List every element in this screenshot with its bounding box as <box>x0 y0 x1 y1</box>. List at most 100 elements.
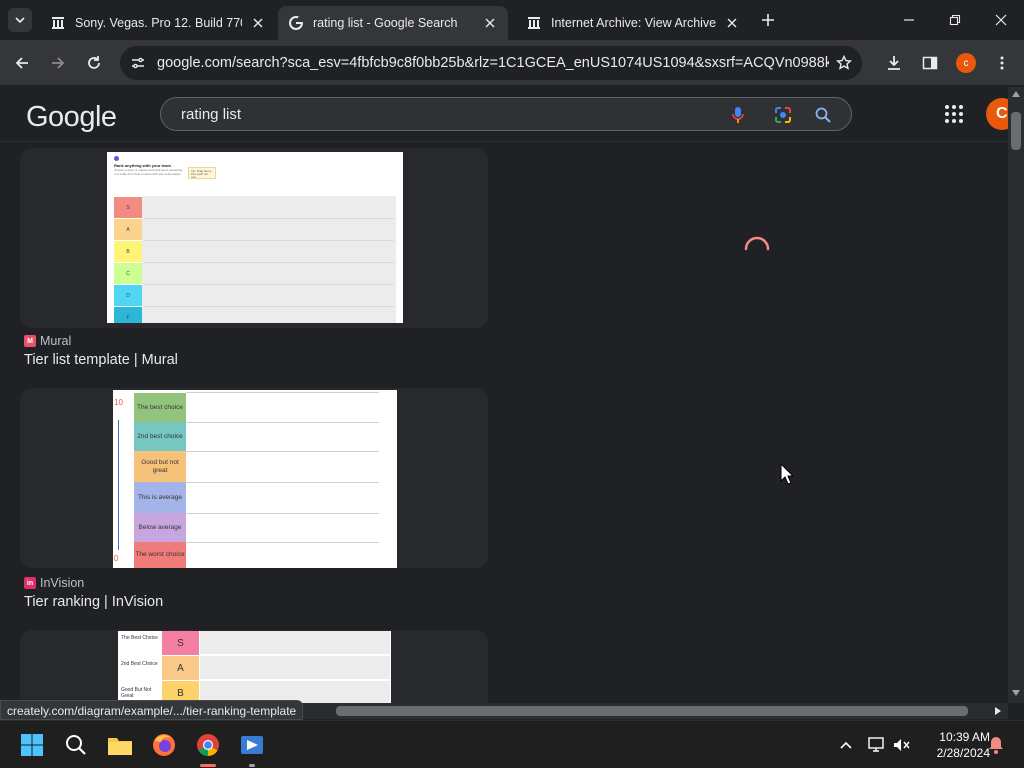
url-text: google.com/search?sca_esv=4fbfcb9c8f0bb2… <box>157 55 829 71</box>
windows-taskbar: 10:39 AM 2/28/2024 <box>0 720 1024 768</box>
tab-internet-archive[interactable]: Internet Archive: View Archive <box>516 6 750 40</box>
result-image-card[interactable]: Rank anything with your team Choose a to… <box>20 148 488 328</box>
tier-template-thumbnail[interactable]: The Best Choice 2nd Best Choice Good But… <box>118 631 391 703</box>
tier-label: D <box>114 285 142 306</box>
close-tab-icon[interactable] <box>250 15 266 31</box>
scale-top-label: 10 <box>114 398 123 407</box>
scroll-right-icon[interactable] <box>995 707 1001 715</box>
side-panel-button[interactable] <box>918 51 942 75</box>
reload-button[interactable] <box>82 51 106 75</box>
downloads-button[interactable] <box>882 51 906 75</box>
search-input[interactable]: rating list <box>181 106 241 123</box>
new-tab-button[interactable] <box>758 10 778 30</box>
running-app-indicator <box>249 764 255 767</box>
vertical-scroll-thumb[interactable] <box>1011 112 1021 150</box>
chrome-icon <box>197 734 219 756</box>
back-arrow-icon <box>15 57 28 69</box>
scroll-up-icon[interactable] <box>1012 91 1020 97</box>
result-title[interactable]: Tier ranking | InVision <box>24 594 163 610</box>
firefox-button[interactable] <box>148 729 180 761</box>
taskbar-search-button[interactable] <box>60 729 92 761</box>
result-image-card[interactable]: 10 0 The best choice 2nd best choice Goo… <box>20 388 488 568</box>
archive-icon <box>50 15 66 31</box>
microphone-icon[interactable] <box>727 104 749 126</box>
archive-icon <box>526 15 542 31</box>
close-tab-icon[interactable] <box>724 15 740 31</box>
tab-sony-vegas[interactable]: Sony. Vegas. Pro 12. Build 770.6 <box>40 6 276 40</box>
tier-label: The worst choice <box>134 542 186 568</box>
active-app-indicator <box>200 764 216 767</box>
tier-label: A <box>162 656 199 680</box>
horizontal-scroll-thumb[interactable] <box>336 706 968 716</box>
site-info-icon[interactable] <box>130 55 146 71</box>
search-icon[interactable] <box>812 104 834 126</box>
chrome-button[interactable] <box>192 729 224 761</box>
search-icon <box>66 735 86 755</box>
source-name: InVision <box>40 576 85 590</box>
chevron-down-icon <box>15 17 25 24</box>
minimize-icon <box>904 19 914 21</box>
close-tab-icon[interactable] <box>482 15 498 31</box>
forward-button[interactable] <box>46 51 70 75</box>
minimize-button[interactable] <box>886 0 932 40</box>
network-icon <box>868 737 884 752</box>
show-hidden-icons-button[interactable] <box>830 729 862 761</box>
link-status-bar: creately.com/diagram/example/.../tier-ra… <box>0 700 304 720</box>
google-apps-icon[interactable] <box>944 104 964 124</box>
vertical-scrollbar[interactable] <box>1008 87 1024 703</box>
restore-button[interactable] <box>932 0 978 40</box>
mural-subtext: Choose a topic or subject and rank items… <box>114 168 183 176</box>
chevron-up-icon <box>840 741 852 749</box>
mural-thumbnail[interactable]: Rank anything with your team Choose a to… <box>107 152 403 323</box>
profile-avatar[interactable]: c <box>956 53 976 73</box>
scale-line <box>118 420 119 550</box>
tier-label: The best choice <box>134 393 186 422</box>
tier-label: A <box>114 219 142 240</box>
tier-label: C <box>114 263 142 284</box>
address-bar[interactable]: google.com/search?sca_esv=4fbfcb9c8f0bb2… <box>120 46 862 80</box>
source-name: Mural <box>40 334 72 348</box>
windows-logo-icon <box>21 734 43 756</box>
bookmark-star-icon[interactable] <box>834 53 854 73</box>
plus-icon <box>762 14 774 26</box>
reload-icon <box>88 56 100 69</box>
notifications-button[interactable] <box>980 729 1012 761</box>
scroll-down-icon[interactable] <box>1012 690 1020 696</box>
result-source[interactable]: M Mural <box>24 334 71 348</box>
volume-button[interactable] <box>886 729 918 761</box>
close-window-button[interactable] <box>978 0 1024 40</box>
image-results: Rank anything with your team Choose a to… <box>0 142 1008 703</box>
mural-favicon-icon: M <box>24 335 36 347</box>
search-box[interactable]: rating list <box>160 97 852 131</box>
tab-strip: Sony. Vegas. Pro 12. Build 770.6 rating … <box>0 0 1024 40</box>
tier-label: S <box>114 197 142 218</box>
google-logo[interactable]: Google <box>26 101 117 134</box>
result-title[interactable]: Tier list template | Mural <box>24 352 178 368</box>
camera-lens-icon[interactable] <box>772 104 794 126</box>
bell-icon <box>989 737 1003 754</box>
invision-thumbnail[interactable]: 10 0 The best choice 2nd best choice Goo… <box>113 390 397 568</box>
side-panel-icon <box>922 56 938 70</box>
tier-description: Good But Not Great <box>121 687 152 699</box>
screen: Sony. Vegas. Pro 12. Build 770.6 rating … <box>0 0 1024 768</box>
back-button[interactable] <box>10 51 34 75</box>
media-player-icon <box>241 736 263 754</box>
browser-menu-button[interactable] <box>990 51 1014 75</box>
browser-toolbar: google.com/search?sca_esv=4fbfcb9c8f0bb2… <box>0 40 1024 86</box>
media-app-button[interactable] <box>236 729 268 761</box>
tier-label: 2nd best choice <box>134 422 186 451</box>
tab-title: rating list - Google Search <box>313 16 458 30</box>
start-button[interactable] <box>16 729 48 761</box>
invision-favicon-icon: in <box>24 577 36 589</box>
more-vert-icon <box>1000 56 1004 70</box>
result-image-card[interactable]: The Best Choice 2nd Best Choice Good But… <box>20 630 488 703</box>
tab-google-search[interactable]: rating list - Google Search <box>278 6 508 40</box>
download-icon <box>888 56 900 70</box>
file-explorer-button[interactable] <box>104 729 136 761</box>
folder-icon <box>108 738 132 755</box>
firefox-icon <box>153 734 175 756</box>
result-source[interactable]: in InVision <box>24 576 84 590</box>
google-icon <box>288 15 304 31</box>
tab-title: Internet Archive: View Archive <box>551 16 716 30</box>
tab-search-button[interactable] <box>8 8 32 32</box>
